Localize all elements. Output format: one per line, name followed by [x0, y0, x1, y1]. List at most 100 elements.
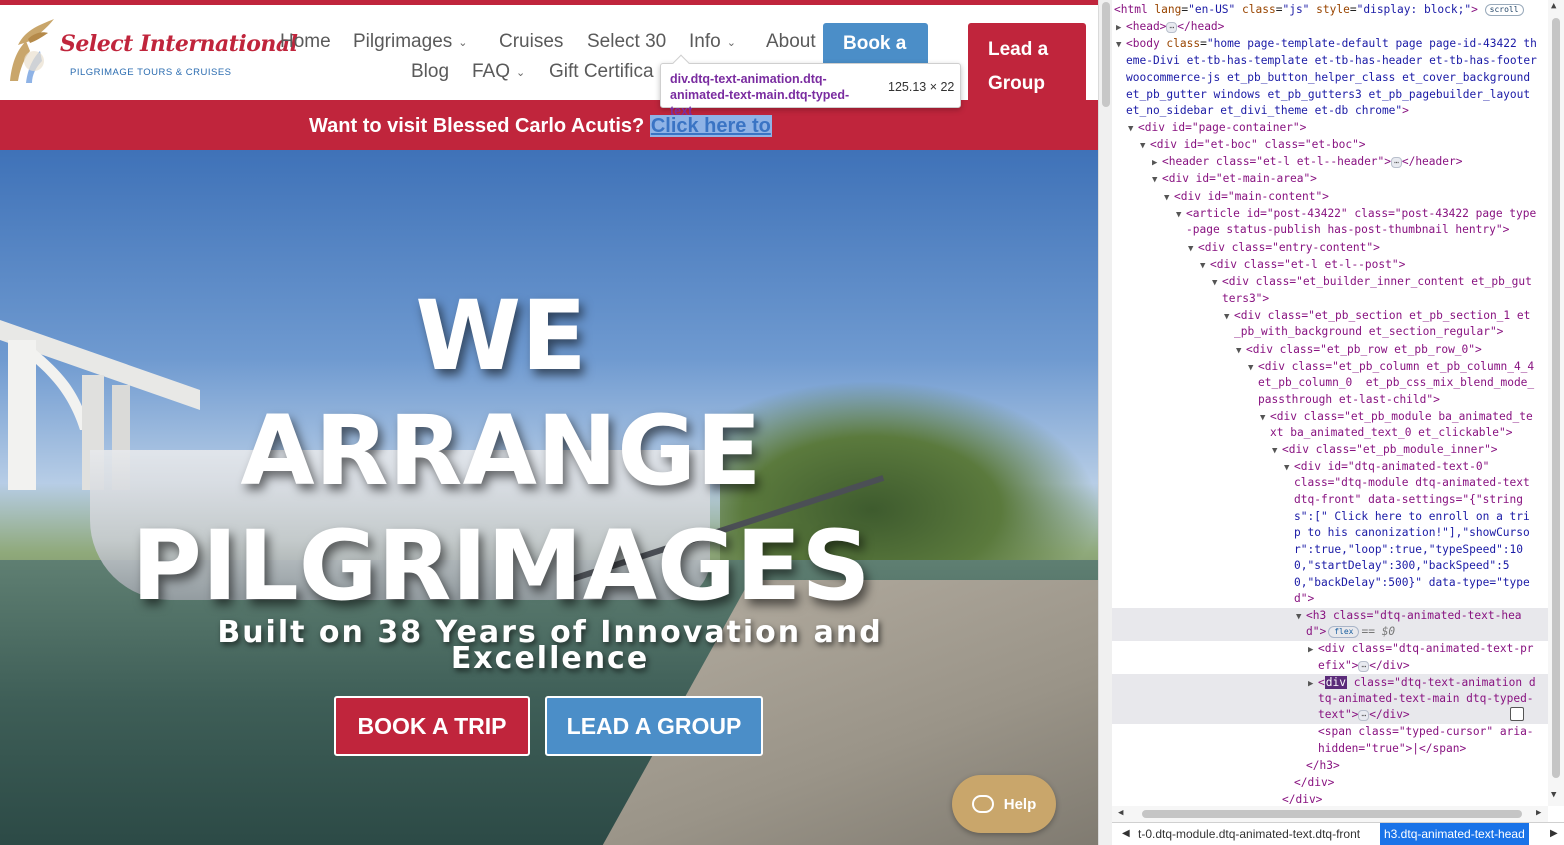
dom-text: <div class="et_pb_column et_pb_column_4_… — [1258, 360, 1535, 373]
collapse-triangle-icon[interactable]: ▼ — [1164, 190, 1174, 207]
collapse-triangle-icon[interactable]: ▼ — [1248, 360, 1258, 377]
dom-line[interactable]: <span class="typed-cursor" aria- — [1318, 724, 1534, 741]
breadcrumb-item[interactable]: t-0.dtq-module.dtq-animated-text.dtq-fro… — [1138, 823, 1360, 845]
nav-pilgrimages[interactable]: Pilgrimages ⌄ — [353, 31, 467, 53]
nav-cruises[interactable]: Cruises — [499, 31, 563, 53]
scroll-right-arrow-icon[interactable]: ▶ — [1536, 808, 1541, 818]
collapse-triangle-icon[interactable]: ▼ — [1224, 309, 1234, 326]
dom-line[interactable]: </div> — [1294, 775, 1334, 792]
attr-value: "display: block;" — [1356, 3, 1472, 16]
collapse-triangle-icon[interactable]: ▼ — [1200, 258, 1210, 275]
dom-line[interactable]: ▼ <div id="main-content"> — [1164, 189, 1329, 207]
dom-line-selected[interactable]: ▶ <div class="dtq-text-animation d — [1308, 675, 1536, 693]
devtools-hscroll-thumb[interactable] — [1142, 810, 1522, 818]
edit-as-html-icon[interactable] — [1510, 707, 1524, 721]
attr-name: style — [1316, 3, 1350, 16]
nav-gift-certificates[interactable]: Gift Certifica — [549, 61, 654, 83]
collapse-triangle-icon[interactable]: ▼ — [1272, 443, 1282, 460]
devtools-vscroll-thumb[interactable] — [1552, 18, 1560, 778]
breadcrumb-right-arrow-icon[interactable]: ▶ — [1550, 823, 1558, 845]
dom-line[interactable]: ▼ <div class="et_pb_section et_pb_section… — [1224, 308, 1530, 326]
dom-text: </div> — [1369, 708, 1410, 721]
collapse-triangle-icon[interactable]: ▼ — [1284, 460, 1294, 477]
nav-about[interactable]: About — [766, 31, 816, 53]
collapse-triangle-icon[interactable]: ▼ — [1140, 138, 1150, 155]
dom-line[interactable]: ▼ <div class="et_pb_column et_pb_column_4… — [1248, 359, 1534, 377]
dom-line[interactable]: ▼ <div class="et-l et-l--post"> — [1200, 257, 1405, 275]
nav-pilgrimages-label: Pilgrimages — [353, 31, 453, 52]
devtools-vertical-scrollbar[interactable]: ▲ ▼ — [1548, 0, 1564, 806]
collapse-triangle-icon[interactable]: ▼ — [1116, 37, 1126, 54]
dom-line[interactable]: ▼ <div class="et_builder_inner_content et… — [1212, 274, 1532, 292]
help-widget-button[interactable]: Help — [952, 775, 1056, 833]
dom-line[interactable]: ▼ <div id="et-boc" class="et-boc"> — [1140, 137, 1366, 155]
scroll-left-arrow-icon[interactable]: ◀ — [1118, 808, 1123, 818]
dom-text: <div class="et_pb_section et_pb_section_… — [1234, 309, 1531, 322]
devtools-horizontal-scrollbar[interactable]: ◀ ▶ — [1112, 806, 1548, 822]
nav-home[interactable]: Home — [280, 31, 331, 53]
collapse-triangle-icon[interactable]: ▼ — [1176, 207, 1186, 224]
chat-bubble-icon — [971, 795, 994, 813]
attr-name: lang — [1154, 3, 1182, 16]
nav-select-30-label: Select 30 — [587, 31, 667, 52]
dom-line-head[interactable]: ▶ <head> ⋯ </head> — [1116, 19, 1224, 37]
dom-line[interactable]: ▼ <article id="post-43422" class="post-43… — [1176, 206, 1536, 224]
expand-triangle-icon[interactable]: ▶ — [1116, 20, 1126, 37]
dom-line-body[interactable]: ▼ <body class="home page-template-default… — [1116, 36, 1537, 54]
ellipsis-icon[interactable]: ⋯ — [1166, 21, 1178, 33]
dom-line[interactable]: ▼ <div id="et-main-area"> — [1152, 171, 1317, 189]
dom-line[interactable]: ▶ <div class="dtq-animated-text-pr — [1308, 641, 1534, 659]
dom-line-header[interactable]: ▶ <header class="et-l et-l--header"> ⋯ </he… — [1152, 154, 1462, 172]
nav-blog-label: Blog — [411, 61, 450, 82]
flex-badge[interactable]: flex — [1328, 626, 1360, 638]
dom-line[interactable]: </div> — [1282, 792, 1322, 806]
dom-line[interactable]: ▼ <div class="entry-content"> — [1188, 240, 1380, 258]
collapse-triangle-icon[interactable]: ▼ — [1260, 410, 1270, 427]
lead-a-group-header-button[interactable]: Lead a Group — [968, 23, 1086, 105]
dom-line[interactable]: ▼ <div class="et_pb_module ba_animated_te — [1260, 409, 1533, 427]
banner-text: Want to visit Blessed Carlo Acutis? — [309, 115, 645, 137]
expand-triangle-icon[interactable]: ▶ — [1308, 642, 1318, 659]
breadcrumb-left-arrow-icon[interactable]: ◀ — [1122, 823, 1130, 845]
ellipsis-icon[interactable]: ⋯ — [1391, 156, 1402, 168]
collapse-triangle-icon[interactable]: ▼ — [1128, 121, 1138, 138]
collapse-triangle-icon[interactable]: ▼ — [1296, 609, 1306, 626]
dom-line-html[interactable]: <html lang="en-US" class="js" style="dis… — [1114, 2, 1524, 19]
dom-tree[interactable]: <html lang="en-US" class="js" style="dis… — [1112, 0, 1548, 806]
help-label: Help — [1003, 795, 1037, 813]
nav-blog[interactable]: Blog — [411, 61, 449, 83]
dom-line[interactable]: ▼ <div id="dtq-animated-text-0" — [1284, 459, 1489, 477]
nav-info[interactable]: Info ⌄ — [689, 31, 736, 53]
attr-value: "home page-template-default page page-id… — [1206, 37, 1537, 50]
dom-line-h3[interactable]: ▼ <h3 class="dtq-animated-text-hea — [1296, 608, 1522, 626]
lead-a-group-button[interactable]: LEAD A GROUP — [545, 696, 763, 756]
nav-cruises-label: Cruises — [499, 31, 564, 52]
ellipsis-icon[interactable]: ⋯ — [1358, 709, 1370, 721]
scroll-up-arrow-icon[interactable]: ▲ — [1551, 1, 1556, 11]
scroll-badge[interactable]: scroll — [1484, 4, 1524, 16]
collapse-triangle-icon[interactable]: ▼ — [1152, 172, 1162, 189]
collapse-triangle-icon[interactable]: ▼ — [1236, 343, 1246, 360]
expand-triangle-icon[interactable]: ▶ — [1308, 676, 1318, 693]
page-scrollbar[interactable] — [1098, 0, 1112, 845]
collapse-triangle-icon[interactable]: ▼ — [1188, 241, 1198, 258]
dom-line-cont: class="dtq-module dtq-animated-text — [1294, 476, 1530, 489]
dom-line-cont: p to his canonization!"],"showCurso — [1294, 526, 1530, 539]
dom-line[interactable]: ▼ <div class="et_pb_row et_pb_row_0"> — [1236, 342, 1482, 360]
nav-home-label: Home — [280, 31, 331, 52]
dom-line[interactable]: ▼ <div class="et_pb_module_inner"> — [1272, 442, 1498, 460]
collapse-triangle-icon[interactable]: ▼ — [1212, 275, 1222, 292]
expand-triangle-icon[interactable]: ▶ — [1152, 155, 1162, 172]
book-a-trip-button[interactable]: BOOK A TRIP — [334, 696, 530, 756]
nav-select-30[interactable]: Select 30 — [587, 31, 666, 53]
site-logo[interactable]: Select International PILGRIMAGE TOURS & … — [4, 11, 298, 87]
dom-line[interactable]: </h3> — [1306, 758, 1340, 775]
page-scrollbar-thumb[interactable] — [1102, 2, 1110, 107]
logo-title: Select International — [60, 31, 298, 57]
dom-line[interactable]: ▼ <div id="page-container"> — [1128, 120, 1306, 138]
ellipsis-icon[interactable]: ⋯ — [1358, 660, 1370, 672]
scroll-down-arrow-icon[interactable]: ▼ — [1551, 790, 1556, 800]
dom-text: </div> — [1369, 659, 1410, 672]
breadcrumb-item-active[interactable]: h3.dtq-animated-text-head — [1380, 823, 1529, 845]
nav-faq[interactable]: FAQ ⌄ — [472, 61, 525, 83]
